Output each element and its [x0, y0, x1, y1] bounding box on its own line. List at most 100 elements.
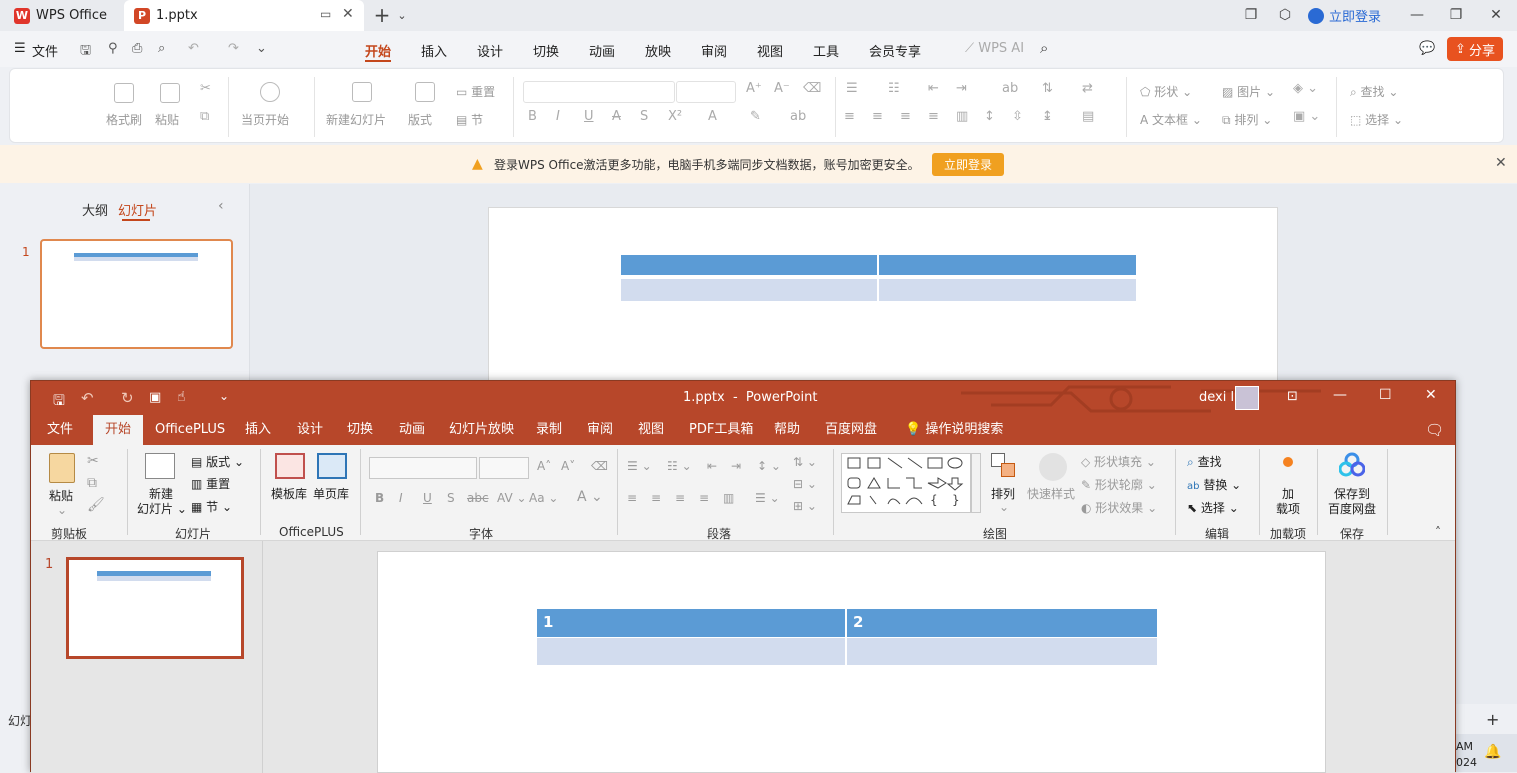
play-icon[interactable]: [260, 82, 280, 102]
hamburger-icon[interactable]: ☰: [14, 41, 26, 56]
pp-undo-icon[interactable]: ↶: [81, 389, 94, 407]
pp-line-spacing-icon[interactable]: ↕ ⌄: [757, 459, 781, 473]
pp-italic-icon[interactable]: I: [399, 491, 403, 505]
pp-new-slide-label-2[interactable]: 幻灯片 ⌄: [137, 500, 187, 517]
pp-tab-record[interactable]: 录制: [528, 415, 570, 445]
pp-increase-indent-icon[interactable]: ⇥: [731, 459, 741, 473]
slide-thumbnail[interactable]: [40, 239, 233, 349]
chat-icon[interactable]: 💬: [1419, 41, 1435, 56]
arrange-button[interactable]: ⧉ 排列 ⌄: [1222, 111, 1272, 128]
single-page-library-label[interactable]: 单页库: [313, 485, 349, 502]
pp-align-right-icon[interactable]: ≡: [675, 491, 685, 505]
wps-tab-insert[interactable]: 插入: [421, 41, 447, 60]
pp-tab-design[interactable]: 设计: [289, 415, 331, 445]
underline-icon[interactable]: U: [584, 109, 594, 124]
addins-icon[interactable]: [1283, 457, 1293, 467]
line-spacing-dropdown-icon[interactable]: ↨: [1042, 109, 1053, 124]
redo-icon[interactable]: ↷: [228, 41, 239, 56]
single-page-library-icon[interactable]: [317, 453, 347, 479]
tab-list-chevron-icon[interactable]: ⌄: [393, 6, 411, 24]
pp-reset-button[interactable]: ▥ 重置: [191, 475, 230, 492]
pp-select-button[interactable]: ⬉ 选择 ⌄: [1187, 499, 1239, 516]
grow-font-icon[interactable]: A⁺: [746, 81, 762, 96]
pp-tab-review[interactable]: 审阅: [579, 415, 621, 445]
pp-paste-label[interactable]: 粘贴: [49, 487, 73, 504]
wps-tab-slideshow[interactable]: 放映: [645, 41, 671, 60]
find-button[interactable]: ⌕ 查找 ⌄: [1350, 83, 1398, 100]
new-slide-label[interactable]: 新建幻灯片: [326, 111, 386, 128]
pp-numbering-icon[interactable]: ☷ ⌄: [667, 459, 692, 473]
paste-icon[interactable]: [160, 83, 180, 103]
template-library-label[interactable]: 模板库: [271, 485, 307, 502]
outline-tab[interactable]: 大纲: [82, 200, 108, 219]
wps-doc-tab[interactable]: P 1.pptx ▭ ✕: [124, 0, 364, 31]
wps-tab-tools[interactable]: 工具: [813, 41, 839, 60]
clear-format-icon[interactable]: ⌫: [803, 81, 821, 96]
wps-login-link[interactable]: 立即登录: [1308, 6, 1381, 25]
pp-user-avatar[interactable]: [1235, 386, 1259, 410]
wps-tab-transition[interactable]: 切换: [533, 41, 559, 60]
addins-label-2[interactable]: 载项: [1276, 500, 1300, 517]
textbox-button[interactable]: A 文本框 ⌄: [1140, 111, 1202, 128]
wps-table-body-row[interactable]: [621, 279, 1136, 301]
select-button[interactable]: ⬚ 选择 ⌄: [1350, 111, 1403, 128]
increase-indent-icon[interactable]: ⇥: [956, 81, 967, 96]
notice-login-button[interactable]: 立即登录: [932, 153, 1004, 176]
pp-font-family-select[interactable]: [369, 457, 477, 479]
shape-outline-button[interactable]: ✎ 形状轮廓 ⌄: [1081, 476, 1157, 493]
save-icon[interactable]: 🖫: [80, 41, 91, 63]
align-center-icon[interactable]: ≡: [872, 109, 883, 124]
highlight-icon[interactable]: ✎: [750, 109, 761, 124]
pp-distributed-icon[interactable]: ▥: [723, 491, 734, 505]
paste-chevron-icon[interactable]: ⌄: [57, 503, 67, 517]
pp-font-color-icon[interactable]: A ⌄: [577, 489, 603, 505]
pp-table-body-row[interactable]: [537, 638, 1157, 665]
maximize-icon[interactable]: ❐: [1447, 6, 1465, 24]
comments-icon[interactable]: 🗨: [1417, 415, 1452, 445]
pp-change-case-icon[interactable]: Aa ⌄: [529, 491, 558, 505]
numbering-icon[interactable]: ☷: [888, 81, 900, 96]
pp-grow-font-icon[interactable]: A˄: [537, 459, 551, 473]
pp-shadow-icon[interactable]: S: [447, 491, 455, 505]
pp-present-icon[interactable]: ▣: [149, 390, 161, 405]
pp-clear-format-icon[interactable]: ⌫: [591, 459, 608, 473]
wps-tab-home[interactable]: 开始: [365, 41, 391, 60]
pp-text-direction-icon[interactable]: ⇅ ⌄: [793, 455, 817, 469]
table-header-cell-2[interactable]: 2: [853, 613, 863, 631]
shadow-icon[interactable]: S: [640, 109, 648, 124]
pp-tab-help[interactable]: 帮助: [766, 415, 808, 445]
shape-fill-button[interactable]: ◇ 形状填充 ⌄: [1081, 453, 1156, 470]
font-size-select[interactable]: [676, 81, 736, 103]
pp-tab-file[interactable]: 文件: [39, 415, 81, 445]
bold-icon[interactable]: B: [528, 109, 537, 124]
pp-align-text-icon[interactable]: ⊟ ⌄: [793, 477, 817, 491]
minimize-icon[interactable]: —: [1408, 6, 1426, 24]
pp-cut-icon[interactable]: ✂: [87, 453, 99, 469]
arrange-chevron-icon[interactable]: ⌄: [999, 500, 1009, 514]
pp-paste-icon[interactable]: [49, 453, 75, 483]
pp-copy-icon[interactable]: ⧉: [87, 475, 97, 491]
pp-tab-view[interactable]: 视图: [630, 415, 672, 445]
notification-bell-icon[interactable]: 🔔: [1484, 744, 1501, 760]
para-spacing-icon[interactable]: ⇳: [1012, 109, 1023, 124]
pp-redo-icon[interactable]: ↻: [121, 389, 134, 407]
outline-icon[interactable]: ▣ ⌄: [1293, 109, 1320, 124]
pp-smartart-icon[interactable]: ⊞ ⌄: [793, 499, 817, 513]
pp-strike-icon[interactable]: abc: [467, 491, 489, 505]
pp-arrange-icon[interactable]: [991, 453, 1017, 479]
new-slide-icon[interactable]: [352, 82, 372, 102]
ribbon-display-icon[interactable]: ⊡: [1287, 389, 1298, 404]
decrease-indent-icon[interactable]: ⇤: [928, 81, 939, 96]
pp-section-button[interactable]: ▦ 节 ⌄: [191, 498, 232, 515]
pp-replace-button[interactable]: ab 替换 ⌄: [1187, 476, 1241, 493]
pp-tab-pdf[interactable]: PDF工具箱: [681, 415, 761, 445]
wps-tab-review[interactable]: 审阅: [701, 41, 727, 60]
pp-minimize-icon[interactable]: —: [1333, 387, 1347, 403]
shrink-font-icon[interactable]: A⁻: [774, 81, 790, 96]
pp-tab-baidu[interactable]: 百度网盘: [817, 415, 885, 445]
baidu-netdisk-icon[interactable]: [1339, 451, 1365, 477]
quick-styles-icon[interactable]: [1039, 453, 1067, 481]
pp-tab-insert[interactable]: 插入: [237, 415, 279, 445]
pp-decrease-indent-icon[interactable]: ⇤: [707, 459, 717, 473]
pp-layout-button[interactable]: ▤ 版式 ⌄: [191, 453, 244, 470]
